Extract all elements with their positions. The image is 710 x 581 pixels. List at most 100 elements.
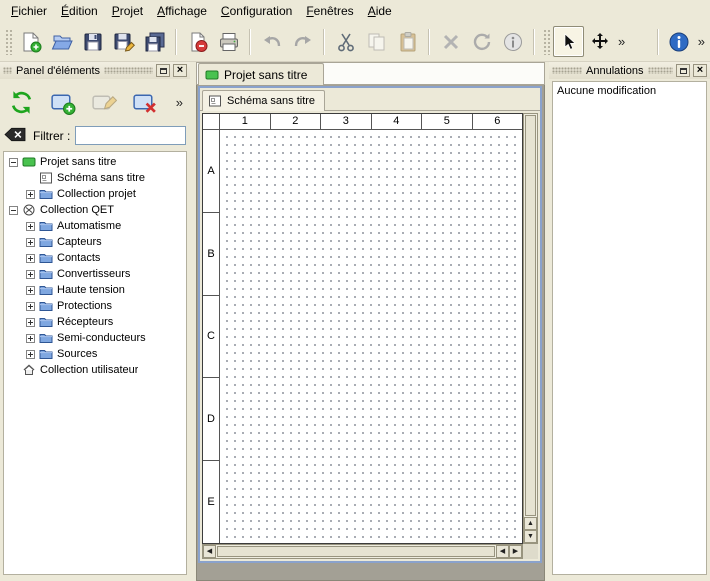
tree-item-label: Capteurs	[57, 236, 102, 248]
dock-float-button[interactable]	[676, 64, 690, 77]
tree-item-semi-conducteurs[interactable]: Semi-conducteurs	[4, 330, 186, 346]
toolbar-grip[interactable]	[5, 29, 12, 55]
undo-icon	[261, 31, 283, 53]
tree-item-label: Récepteurs	[57, 316, 113, 328]
save-all-button[interactable]	[139, 26, 170, 57]
menu-projet[interactable]: Projet	[105, 1, 150, 21]
vertical-scrollbar-thumb[interactable]	[525, 115, 536, 516]
expand-icon[interactable]	[26, 190, 35, 199]
info-icon	[502, 31, 524, 53]
vertical-scrollbar[interactable]: ▲ ▼	[523, 113, 538, 544]
schema-window[interactable]: Schéma sans titre 1 2 3 4 5 6	[198, 86, 542, 563]
cut-button[interactable]	[330, 26, 361, 57]
row-label: E	[203, 461, 219, 543]
tree-item-contacts[interactable]: Contacts	[4, 250, 186, 266]
print-icon	[218, 31, 240, 53]
row-ruler: A B C D E	[203, 130, 220, 543]
select-mode-button[interactable]	[553, 26, 584, 57]
expand-icon[interactable]	[26, 318, 35, 327]
menu-affichage[interactable]: Affichage	[150, 1, 214, 21]
schema-canvas[interactable]	[220, 130, 522, 543]
left-arrow-icon: ◀	[207, 548, 212, 555]
dock-float-button[interactable]	[156, 64, 170, 77]
delete-element-button[interactable]	[126, 84, 163, 121]
menu-aide[interactable]: Aide	[361, 1, 399, 21]
save-button[interactable]	[77, 26, 108, 57]
menu-fenetres[interactable]: Fenêtres	[299, 1, 360, 21]
scroll-down-button[interactable]: ▼	[524, 530, 537, 543]
dock-grip[interactable]	[552, 67, 582, 74]
toolbar-grip[interactable]	[543, 29, 550, 55]
menu-edition[interactable]: Édition	[54, 1, 105, 21]
scroll-right-button[interactable]: ▶	[509, 545, 522, 558]
new-file-button[interactable]	[15, 26, 46, 57]
open-file-button[interactable]	[46, 26, 77, 57]
expand-icon[interactable]	[26, 238, 35, 247]
expand-icon[interactable]	[26, 286, 35, 295]
expand-icon[interactable]	[26, 350, 35, 359]
tree-item-schema[interactable]: Schéma sans titre	[4, 170, 186, 186]
scrollbar-corner	[523, 544, 538, 559]
paste-button	[392, 26, 423, 57]
expand-icon[interactable]	[26, 302, 35, 311]
tree-item-haute-tension[interactable]: Haute tension	[4, 282, 186, 298]
clear-filter-button[interactable]	[4, 127, 28, 144]
project-tab[interactable]: Projet sans titre	[198, 63, 324, 85]
dock-grip[interactable]	[648, 67, 674, 74]
menu-fichier[interactable]: Fichier	[4, 1, 54, 21]
dock-grip[interactable]	[104, 67, 153, 74]
dock-close-button[interactable]: ×	[173, 64, 187, 77]
tree-item-recepteurs[interactable]: Récepteurs	[4, 314, 186, 330]
save-as-button[interactable]	[108, 26, 139, 57]
schema-tab-label: Schéma sans titre	[227, 95, 315, 107]
scroll-up-button[interactable]: ▲	[524, 517, 537, 530]
horizontal-scrollbar-thumb[interactable]	[217, 546, 495, 557]
tree-item-label: Semi-conducteurs	[57, 332, 146, 344]
tree-item-sources[interactable]: Sources	[4, 346, 186, 362]
tree-item-protections[interactable]: Protections	[4, 298, 186, 314]
schema-icon	[39, 172, 53, 184]
filter-input[interactable]	[75, 126, 186, 145]
expand-icon[interactable]	[26, 254, 35, 263]
tree-item-automatisme[interactable]: Automatisme	[4, 218, 186, 234]
canvas-body: A B C D E	[203, 130, 522, 543]
tree-item-collection-utilisateur[interactable]: Collection utilisateur	[4, 362, 186, 378]
scroll-left-button[interactable]: ◀	[496, 545, 509, 558]
schema-tab[interactable]: Schéma sans titre	[202, 90, 325, 111]
about-button[interactable]	[664, 26, 695, 57]
dock-close-button[interactable]: ×	[693, 64, 707, 77]
undo-history-item[interactable]: Aucune modification	[553, 82, 706, 100]
expand-icon[interactable]	[26, 334, 35, 343]
collapse-icon[interactable]	[9, 158, 18, 167]
tree-item-capteurs[interactable]: Capteurs	[4, 234, 186, 250]
tree-item-collection-projet[interactable]: Collection projet	[4, 186, 186, 202]
expand-icon[interactable]	[26, 222, 35, 231]
print-button[interactable]	[213, 26, 244, 57]
collapse-icon[interactable]	[9, 206, 18, 215]
undo-dock-titlebar: Annulations ×	[549, 62, 710, 79]
tree-item-label: Convertisseurs	[57, 268, 130, 280]
dock-grip[interactable]	[3, 67, 12, 74]
toolbar-overflow-chevron[interactable]: »	[695, 26, 708, 57]
tree-item-collection-qet[interactable]: Collection QET	[4, 202, 186, 218]
column-ruler: 1 2 3 4 5 6	[203, 114, 522, 130]
tree-item-label: Protections	[57, 300, 112, 312]
mdi-workspace: Schéma sans titre 1 2 3 4 5 6	[196, 85, 545, 581]
reload-collections-button[interactable]	[3, 84, 40, 121]
horizontal-scrollbar[interactable]: ◀ ◀ ▶	[202, 544, 523, 559]
toolbar-separator	[657, 29, 659, 55]
folder-icon	[39, 236, 53, 248]
undo-history-list: Aucune modification	[552, 81, 707, 575]
panel-overflow-chevron[interactable]: »	[176, 95, 187, 110]
expand-icon[interactable]	[26, 270, 35, 279]
tree-item-project[interactable]: Projet sans titre	[4, 154, 186, 170]
project-icon	[205, 69, 219, 81]
menu-configuration[interactable]: Configuration	[214, 1, 299, 21]
close-file-button[interactable]	[182, 26, 213, 57]
toolbar-overflow-chevron[interactable]: »	[615, 26, 628, 57]
folder-icon	[39, 332, 53, 344]
pan-mode-button[interactable]	[584, 26, 615, 57]
scroll-left-button[interactable]: ◀	[203, 545, 216, 558]
new-element-button[interactable]	[44, 84, 81, 121]
tree-item-convertisseurs[interactable]: Convertisseurs	[4, 266, 186, 282]
